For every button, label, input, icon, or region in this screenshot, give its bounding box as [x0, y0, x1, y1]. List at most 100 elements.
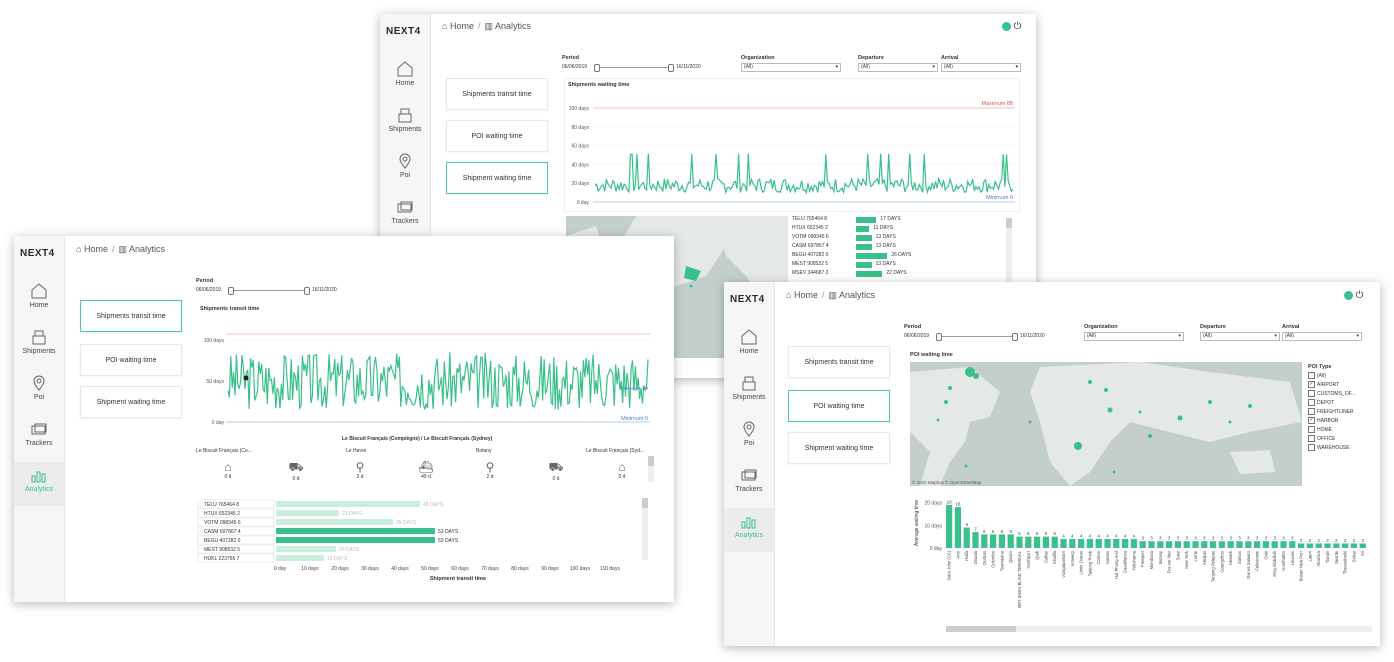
world-map-poi[interactable]: © 2020 Mapbox © OpenStreetMap: [910, 362, 1302, 486]
legend-item[interactable]: FREIGHTLINER: [1308, 408, 1354, 415]
bar[interactable]: [1174, 541, 1181, 548]
bar[interactable]: [1289, 541, 1296, 548]
transit-bar[interactable]: [276, 528, 435, 534]
bar[interactable]: [1157, 541, 1164, 548]
checkbox[interactable]: [1308, 426, 1315, 433]
bar[interactable]: [998, 534, 1005, 548]
legend-item[interactable]: DEPOT: [1308, 399, 1334, 406]
organization-select[interactable]: (All): [1084, 332, 1184, 341]
nav-home[interactable]: Home: [724, 324, 774, 368]
list-item[interactable]: CASM 697867 4 13 DAYS: [790, 243, 1010, 251]
list-item[interactable]: MEST 908532 5 13 DAYS: [790, 261, 1010, 269]
bar[interactable]: [1051, 536, 1058, 548]
bar[interactable]: [1113, 538, 1120, 548]
bar[interactable]: [1025, 536, 1032, 548]
nav-shipments[interactable]: Shipments: [14, 324, 64, 368]
info-icon[interactable]: [1344, 291, 1353, 301]
bar[interactable]: [1183, 541, 1190, 548]
bar[interactable]: [1016, 536, 1023, 548]
list-item[interactable]: BEGU 407282 0 26 DAYS: [790, 252, 1010, 260]
bar[interactable]: [954, 507, 961, 548]
info-icon[interactable]: [1002, 22, 1011, 32]
transit-bar[interactable]: [276, 555, 324, 561]
organization-select[interactable]: (All): [741, 63, 841, 72]
bar[interactable]: [1315, 543, 1322, 548]
route-scrollbar[interactable]: [648, 456, 654, 482]
bar[interactable]: [1333, 543, 1340, 548]
slider-start-knob[interactable]: [594, 64, 600, 72]
bar[interactable]: [946, 504, 953, 548]
list-item[interactable]: HTUX 652345 2 11 DAYS: [790, 225, 1010, 233]
bar[interactable]: [1192, 541, 1199, 548]
bar-list-scrollbar[interactable]: [642, 498, 648, 560]
power-icon[interactable]: ⏻: [1014, 21, 1022, 32]
bar[interactable]: [981, 534, 988, 548]
legend-item[interactable]: (All): [1308, 372, 1326, 379]
bar[interactable]: [1306, 543, 1313, 548]
legend-item[interactable]: HOME: [1308, 426, 1332, 433]
bar[interactable]: [1166, 541, 1173, 548]
tab-shipment-waiting-time[interactable]: Shipment waiting time: [788, 432, 890, 464]
home-icon[interactable]: ⌂: [442, 21, 447, 31]
nav-analytics[interactable]: Analytics: [14, 462, 64, 506]
bar[interactable]: [990, 534, 997, 548]
nav-trackers[interactable]: Trackers: [14, 416, 64, 460]
period-slider[interactable]: [228, 287, 310, 295]
checkbox[interactable]: [1308, 390, 1315, 397]
arrival-select[interactable]: (All): [941, 63, 1021, 72]
bar[interactable]: [1342, 543, 1349, 548]
bar[interactable]: [1042, 536, 1049, 548]
list-item[interactable]: TELU 765464 8 17 DAYS: [790, 216, 1010, 224]
slider-start-knob[interactable]: [936, 333, 942, 341]
checkbox[interactable]: [1308, 444, 1315, 451]
transit-bar[interactable]: [276, 546, 336, 552]
tab-shipment-waiting-time[interactable]: Shipment waiting time: [80, 386, 182, 418]
bar[interactable]: [1262, 541, 1269, 548]
slider-end-knob[interactable]: [1012, 333, 1018, 341]
legend-item[interactable]: CUSTOMS_OF...: [1308, 390, 1355, 397]
bar[interactable]: [1236, 541, 1243, 548]
departure-select[interactable]: (All): [1200, 332, 1280, 341]
tab-shipment-waiting-time[interactable]: Shipment waiting time: [446, 162, 548, 194]
bar[interactable]: [1359, 543, 1366, 548]
legend-item[interactable]: ✓ AIRPORT: [1308, 381, 1339, 388]
transit-bar[interactable]: [276, 537, 435, 543]
bar[interactable]: [1350, 543, 1357, 548]
bar[interactable]: [1086, 538, 1093, 548]
hover-point[interactable]: [243, 375, 249, 381]
transit-bar[interactable]: [276, 510, 339, 516]
checkbox[interactable]: ✓: [1308, 381, 1315, 388]
tab-shipments-transit-time[interactable]: Shipments transit time: [446, 78, 548, 110]
tab-poi-waiting-time[interactable]: POI waiting time: [446, 120, 548, 152]
bar[interactable]: [1210, 541, 1217, 548]
transit-bar[interactable]: [276, 519, 393, 525]
bar[interactable]: [963, 527, 970, 548]
bar[interactable]: [1095, 538, 1102, 548]
tab-poi-waiting-time[interactable]: POI waiting time: [80, 344, 182, 376]
container-list-scrollbar[interactable]: [1006, 218, 1012, 284]
bar[interactable]: [1218, 541, 1225, 548]
bar[interactable]: [1227, 541, 1234, 548]
checkbox[interactable]: [1308, 408, 1315, 415]
bar[interactable]: [1104, 538, 1111, 548]
tab-shipments-transit-time[interactable]: Shipments transit time: [80, 300, 182, 332]
period-slider[interactable]: [594, 64, 674, 72]
bar[interactable]: [1139, 541, 1146, 548]
bar[interactable]: [1298, 543, 1305, 548]
checkbox[interactable]: [1308, 435, 1315, 442]
list-item[interactable]: MSEV 344687 2 22 DAYS: [790, 270, 1010, 278]
bar[interactable]: [972, 532, 979, 548]
nav-shipments[interactable]: Shipments: [380, 102, 430, 146]
nav-shipments[interactable]: Shipments: [724, 370, 774, 414]
nav-poi[interactable]: Poi: [724, 416, 774, 460]
bar[interactable]: [1078, 538, 1085, 548]
slider-end-knob[interactable]: [304, 287, 310, 295]
legend-item[interactable]: ✓ HARBOR: [1308, 417, 1338, 424]
nav-trackers[interactable]: Trackers: [724, 462, 774, 506]
checkbox[interactable]: [1308, 372, 1315, 379]
legend-item[interactable]: WAREHOUSE: [1308, 444, 1350, 451]
bar[interactable]: [1069, 538, 1076, 548]
tab-poi-waiting-time[interactable]: POI waiting time: [788, 390, 890, 422]
nav-trackers[interactable]: Trackers: [380, 194, 430, 238]
bar[interactable]: [1245, 541, 1252, 548]
